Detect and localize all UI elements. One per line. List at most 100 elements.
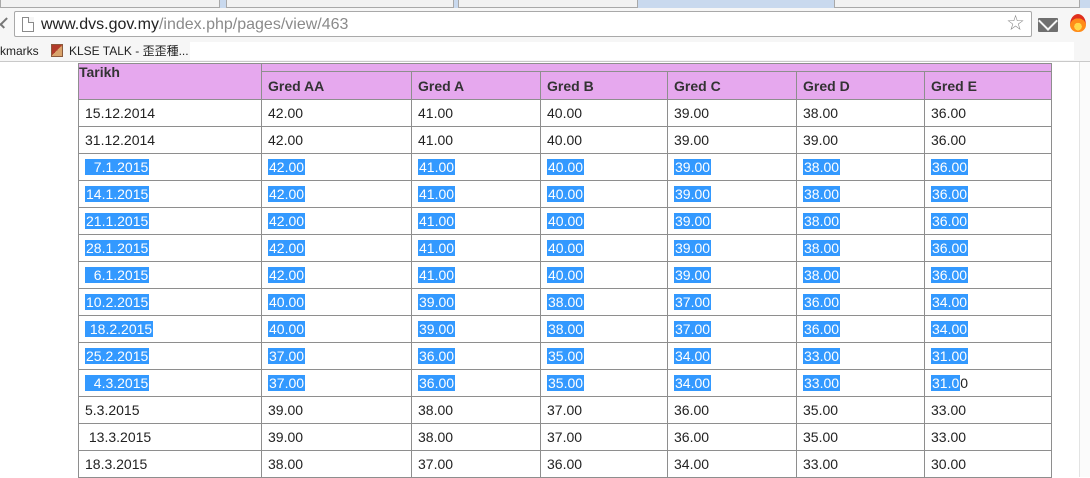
selected-text: 37.00 (268, 375, 306, 391)
star-icon[interactable]: ☆ (1006, 13, 1025, 35)
value-cell: 39.00 (411, 315, 541, 343)
value-cell: 36.00 (411, 342, 541, 370)
value-cell: 31.00 (924, 369, 1052, 397)
selected-text: 40.00 (547, 213, 585, 229)
selected-text: 37.00 (674, 294, 712, 310)
value-cell: 40.00 (540, 126, 668, 154)
value-cell: 42.00 (261, 99, 412, 127)
table-row: 13.3.2015 39.00 38.00 37.00 36.00 35.00 33.00 (78, 423, 1052, 451)
selected-text: 35.00 (547, 375, 585, 391)
url-text[interactable]: www.dvs.gov.my/index.php/pages/view/463 (41, 15, 348, 34)
value-cell: 41.00 (411, 153, 541, 181)
value-cell: 39.00 (261, 423, 412, 451)
value-cell: 40.00 (540, 180, 668, 208)
price-table: Tarikh Gred AA Gred A Gred B Gred C Gred D Gr… (78, 63, 1052, 478)
value-cell: 35.00 (540, 342, 668, 370)
selected-text: 39.00 (418, 294, 456, 310)
browser-tab[interactable] (834, 0, 1080, 8)
value-cell: 36.00 (924, 99, 1052, 127)
value-cell: 37.00 (411, 450, 541, 478)
selected-text: 4.3.2015 (85, 375, 150, 391)
value-cell: 39.00 (667, 234, 797, 262)
value-cell: 41.00 (411, 126, 541, 154)
value-cell: 38.00 (796, 153, 925, 181)
selected-text: 38.00 (547, 294, 585, 310)
browser-tab[interactable] (226, 0, 454, 8)
date-header: Tarikh (78, 63, 262, 100)
date-cell: 10.2.2015 (78, 288, 262, 316)
selected-text: 38.00 (803, 240, 841, 256)
value-cell: 40.00 (540, 153, 668, 181)
date-cell: 31.12.2014 (78, 126, 262, 154)
address-bar[interactable]: www.dvs.gov.my/index.php/pages/view/463 … (14, 11, 1032, 37)
value-cell: 41.00 (411, 207, 541, 235)
selected-text: 34.00 (674, 348, 712, 364)
value-cell: 40.00 (540, 99, 668, 127)
table-row: 18.2.2015 40.00 39.00 38.00 37.00 36.00 34.00 (78, 315, 1052, 343)
table-row: 5.3.2015 39.00 38.00 37.00 36.00 35.00 33.00 (78, 396, 1052, 424)
selected-text: 28.1.2015 (85, 240, 150, 256)
value-cell: 34.00 (924, 288, 1052, 316)
selected-text: 40.00 (547, 159, 585, 175)
selected-text: 21.1.2015 (85, 213, 150, 229)
table-row: 18.3.2015 38.00 37.00 36.00 34.00 33.00 30.00 (78, 450, 1052, 478)
value-cell: 38.00 (540, 315, 668, 343)
value-cell: 39.00 (667, 180, 797, 208)
selected-text: 40.00 (547, 240, 585, 256)
back-arrow-icon[interactable] (0, 17, 11, 29)
selected-text: 36.00 (931, 267, 969, 283)
tab-strip (0, 0, 1090, 8)
selected-text: 39.00 (674, 159, 712, 175)
scrollbar[interactable] (1079, 62, 1090, 477)
table-row: 6.1.2015 42.00 41.00 40.00 39.00 38.00 36.00 (78, 261, 1052, 289)
grade-header: Gred A (411, 71, 541, 100)
table-row: 7.1.2015 42.00 41.00 40.00 39.00 38.00 36.00 (78, 153, 1052, 181)
bookmark-klse-talk[interactable]: KLSE TALK - 歪歪種... (69, 44, 189, 58)
grade-header: Gred E (924, 71, 1052, 100)
value-cell: 37.00 (261, 342, 412, 370)
value-cell: 41.00 (411, 99, 541, 127)
url-host: www.dvs.gov.my (41, 16, 159, 33)
value-cell: 37.00 (667, 315, 797, 343)
bookmarks-label[interactable]: kmarks (0, 44, 39, 58)
value-cell: 33.00 (796, 342, 925, 370)
value-cell: 34.00 (667, 342, 797, 370)
value-cell: 35.00 (540, 369, 668, 397)
selected-text: 41.00 (418, 267, 456, 283)
value-cell: 36.00 (924, 261, 1052, 289)
value-cell: 34.00 (924, 315, 1052, 343)
value-cell: 36.00 (924, 207, 1052, 235)
selected-text: 41.00 (418, 186, 456, 202)
mail-icon[interactable] (1038, 18, 1058, 32)
grade-header: Gred B (540, 71, 668, 100)
selected-text: 39.00 (674, 267, 712, 283)
browser-tab[interactable] (0, 0, 220, 8)
selected-text: 36.00 (931, 159, 969, 175)
table-row: 14.1.2015 42.00 41.00 40.00 39.00 38.00 36.00 (78, 180, 1052, 208)
value-cell: 38.00 (540, 288, 668, 316)
browser-tab[interactable] (458, 0, 638, 8)
unselected-text: 0 (960, 375, 969, 391)
selected-text: 38.00 (803, 267, 841, 283)
selected-text: 40.00 (268, 321, 306, 337)
selected-text: 25.2.2015 (85, 348, 150, 364)
value-cell: 40.00 (261, 315, 412, 343)
selected-text: 42.00 (268, 240, 306, 256)
selected-text: 39.00 (674, 213, 712, 229)
date-cell: 15.12.2014 (78, 99, 262, 127)
extension-flame-icon[interactable] (1068, 13, 1088, 35)
table-row: 10.2.2015 40.00 39.00 38.00 37.00 36.00 34.00 (78, 288, 1052, 316)
value-cell: 38.00 (796, 207, 925, 235)
value-cell: 38.00 (411, 423, 541, 451)
value-cell: 42.00 (261, 180, 412, 208)
value-cell: 37.00 (540, 396, 668, 424)
selected-text: 36.00 (931, 213, 969, 229)
url-path: /index.php/pages/view/463 (158, 16, 349, 33)
value-cell: 36.00 (796, 288, 925, 316)
table-body: 15.12.2014 42.00 41.00 40.00 39.00 38.00 36.00… (78, 99, 1052, 478)
selected-text: 34.00 (931, 321, 969, 337)
value-cell: 39.00 (667, 261, 797, 289)
value-cell: 35.00 (796, 396, 925, 424)
value-cell: 39.00 (667, 99, 797, 127)
date-cell: 14.1.2015 (78, 180, 262, 208)
